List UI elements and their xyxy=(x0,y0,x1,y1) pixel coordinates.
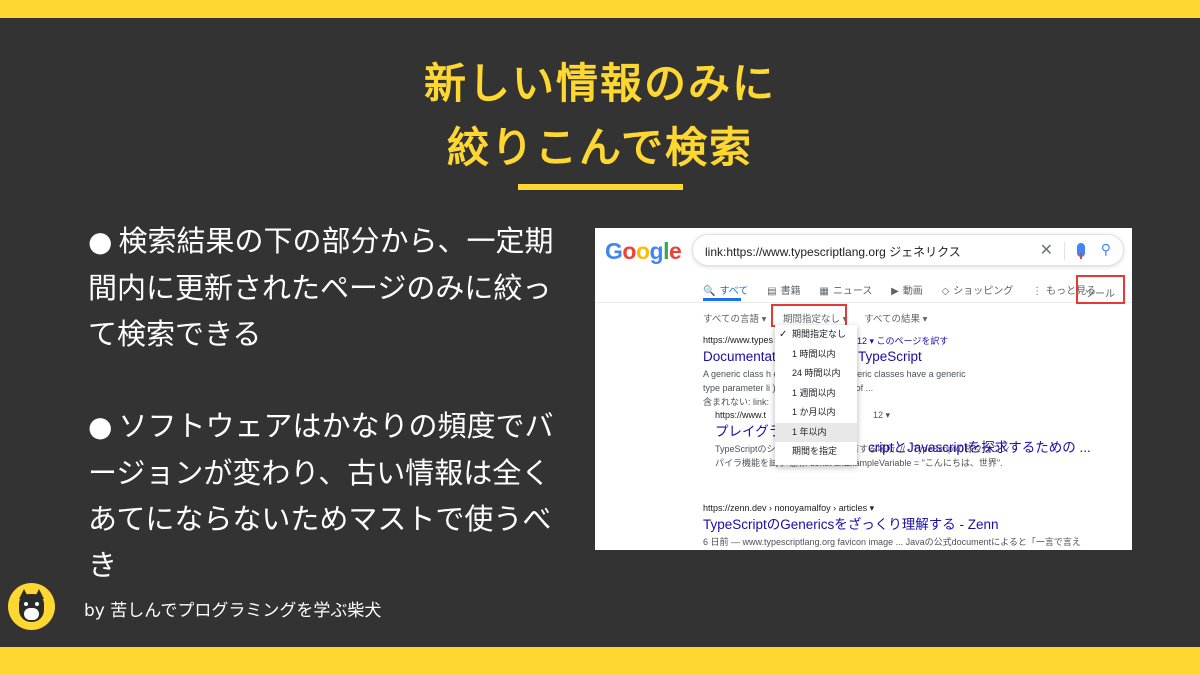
highlight-box-time-filter xyxy=(771,304,847,327)
result-url[interactable]: https://zenn.dev › nonoyamalfoy › articl… xyxy=(703,501,1081,515)
tab-news[interactable]: ▦ ニュース xyxy=(819,282,872,297)
dropdown-item[interactable]: 24 時間以内 xyxy=(775,364,857,384)
close-icon[interactable]: ✕ xyxy=(1040,240,1053,260)
eye-icon xyxy=(24,602,28,606)
tab-videos[interactable]: ▶ 動画 xyxy=(891,282,923,297)
result-snippet: 6 日前 — www.typescriptlang.org favicon im… xyxy=(703,537,1081,547)
result-url[interactable]: https://www.t xyxy=(715,408,1010,422)
result-title-right[interactable]: criptとJavascriptを探求するための ... xyxy=(868,436,1091,456)
more-vert-icon: ⋮ xyxy=(1032,286,1043,297)
search-input[interactable]: link:https://www.typescriptlang.org ジェネリ… xyxy=(692,234,1124,266)
active-tab-indicator xyxy=(703,298,741,301)
dropdown-item[interactable]: ✓ 期間指定なし xyxy=(775,325,857,345)
bullet-text: 検索結果の下の部分から、一定期間内に更新されたページのみに絞って検索できる xyxy=(88,224,554,351)
search-icon[interactable]: ⚲ xyxy=(1101,241,1111,258)
tag-icon: ◇ xyxy=(941,286,950,297)
result-title[interactable]: TypeScriptのGenericsをざっくり理解する - Zenn xyxy=(703,515,1081,535)
bullet-text: ソフトウェアはかなりの頻度でバージョンが変わり、古い情報は全くあてにならないため… xyxy=(88,409,554,582)
news-icon: ▦ xyxy=(819,286,829,297)
search-icon: 🔍 xyxy=(703,286,716,297)
language-filter[interactable]: すべての言語 ▾ xyxy=(703,314,766,325)
dropdown-item[interactable]: 1 時間以内 xyxy=(775,345,857,365)
divider xyxy=(595,302,1132,303)
highlight-box-tools xyxy=(1076,275,1125,304)
bottom-accent-bar xyxy=(0,647,1200,675)
bullet-item: ● 検索結果の下の部分から、一定期間内に更新されたページのみに絞って検索できる xyxy=(88,218,568,357)
time-filter-dropdown: ✓ 期間指定なし 1 時間以内 24 時間以内 1 週間以内 1 か月以内 1 年… xyxy=(775,325,857,465)
book-icon: ▤ xyxy=(767,286,777,297)
title-line-1: 新しい情報のみに xyxy=(423,59,776,108)
microphone-icon[interactable] xyxy=(1077,243,1085,259)
google-search-screenshot: Google link:https://www.typescriptlang.o… xyxy=(595,228,1132,550)
search-query-text: link:https://www.typescriptlang.org ジェネリ… xyxy=(705,245,961,259)
slide-title: 新しい情報のみに 絞りこんで検索 xyxy=(0,52,1200,180)
bullet-list: ● 検索結果の下の部分から、一定期間内に更新されたページのみに絞って検索できる ●… xyxy=(88,218,568,634)
search-tabs: 🔍 すべて ▤ 書籍 ▦ ニュース ▶ 動画 ◇ ショッピング ⋮ もっと見る xyxy=(703,282,1112,297)
video-icon: ▶ xyxy=(891,286,899,297)
result-snippet: パイラ機能を試す場所. const anExampleVariable = "こ… xyxy=(715,458,1003,468)
title-line-2: 絞りこんで検索 xyxy=(447,123,753,172)
translate-link[interactable]: 12 ▾ このページを訳す xyxy=(857,334,948,347)
result-url-right: 12 ▾ xyxy=(873,410,891,420)
dropdown-item[interactable]: 1 週間以内 xyxy=(775,384,857,404)
muzzle-icon xyxy=(24,608,39,620)
divider xyxy=(1064,242,1065,260)
dropdown-item[interactable]: 期間を指定 xyxy=(775,442,857,462)
check-icon: ✓ xyxy=(779,329,788,340)
top-accent-bar xyxy=(0,0,1200,18)
search-result: https://zenn.dev › nonoyamalfoy › articl… xyxy=(703,501,1081,549)
bullet-dot-icon: ● xyxy=(88,225,113,258)
dropdown-item[interactable]: 1 年以内 xyxy=(775,422,857,442)
title-underline xyxy=(518,184,683,190)
bullet-item: ● ソフトウェアはかなりの頻度でバージョンが変わり、古い情報は全くあてにならないた… xyxy=(88,403,568,588)
google-logo[interactable]: Google xyxy=(605,238,682,265)
dropdown-item[interactable]: 1 か月以内 xyxy=(775,403,857,423)
tab-books[interactable]: ▤ 書籍 xyxy=(767,282,800,297)
eye-icon xyxy=(35,602,39,606)
tab-shopping[interactable]: ◇ ショッピング xyxy=(942,282,1014,297)
author-credit: by 苦しんでプログラミングを学ぶ柴犬 xyxy=(84,601,382,621)
result-title-right[interactable]: TypeScript xyxy=(858,349,922,364)
results-filter[interactable]: すべての結果 ▾ xyxy=(864,314,927,325)
shiba-avatar xyxy=(8,583,55,630)
tab-all[interactable]: 🔍 すべて xyxy=(703,282,748,297)
bullet-dot-icon: ● xyxy=(88,410,113,443)
